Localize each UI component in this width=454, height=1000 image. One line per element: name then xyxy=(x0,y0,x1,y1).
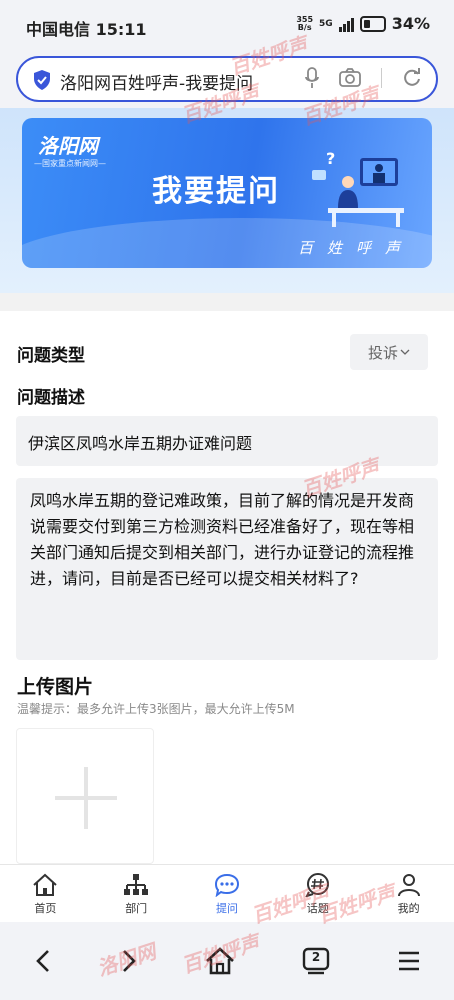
menu-icon[interactable] xyxy=(397,950,421,972)
bottom-tab-bar: 首页 部门 提问 话题 我的 xyxy=(0,864,454,922)
hashtag-bubble-icon xyxy=(305,873,329,897)
tab-me-label: 我的 xyxy=(397,902,420,915)
hero-banner: 洛阳网 —国家重点新闻网— 我要提问 ? 百姓呼声 xyxy=(22,118,432,268)
user-icon xyxy=(397,874,420,897)
question-description-textarea[interactable]: 凤鸣水岸五期的登记难政策，目前了解的情况是开发商说需要交付到第三方检测资料已经准… xyxy=(16,478,438,660)
svg-text:?: ? xyxy=(326,149,335,168)
refresh-icon[interactable] xyxy=(402,68,422,88)
tabs-switcher-button[interactable]: 2 xyxy=(301,947,331,975)
shield-check-icon xyxy=(34,70,50,90)
clock: 15:11 xyxy=(95,20,147,39)
divider xyxy=(381,68,382,88)
question-description-label: 问题描述 xyxy=(17,388,85,408)
home-icon[interactable] xyxy=(205,947,235,975)
question-type-label: 问题类型 xyxy=(17,346,85,366)
tab-count: 2 xyxy=(311,950,321,964)
site-logo: 洛阳网 xyxy=(38,134,98,158)
signal-icon xyxy=(338,16,354,32)
net-speed-unit: B/s xyxy=(297,22,312,32)
battery-percent: 34% xyxy=(391,14,430,33)
browser-navigation-bar: 2 xyxy=(0,922,454,1000)
plus-icon-vertical xyxy=(84,767,88,829)
battery-icon xyxy=(359,15,386,32)
upload-image-button[interactable] xyxy=(16,728,154,864)
tab-ask[interactable]: 提问 xyxy=(182,865,273,922)
microphone-icon[interactable] xyxy=(305,67,319,89)
home-icon xyxy=(33,873,58,896)
help-desk-illustration: ? xyxy=(312,149,404,227)
net-speed: 355 B/s xyxy=(296,15,313,32)
page-title: 洛阳网百姓呼声-我要提问 xyxy=(60,74,254,94)
camera-icon[interactable] xyxy=(339,68,361,88)
tab-home[interactable]: 首页 xyxy=(0,865,91,922)
forward-icon[interactable] xyxy=(119,948,139,974)
tab-me[interactable]: 我的 xyxy=(363,865,454,922)
address-bar[interactable]: 洛阳网百姓呼声-我要提问 xyxy=(16,56,438,102)
section-divider xyxy=(0,293,454,311)
network-type: 5G xyxy=(319,18,333,29)
question-type-value: 投诉 xyxy=(367,343,398,362)
status-bar: 中国电信 15:11 355 B/s 5G 34% xyxy=(0,0,454,52)
carrier-name: 中国电信 xyxy=(26,20,91,39)
question-type-select[interactable]: 投诉 xyxy=(350,334,428,370)
tab-topics[interactable]: 话题 xyxy=(272,865,363,922)
question-title-input[interactable]: 伊滨区凤鸣水岸五期办证难问题 xyxy=(16,416,438,466)
carrier-time: 中国电信 15:11 xyxy=(26,16,147,40)
tab-home-label: 首页 xyxy=(34,902,57,915)
tab-topics-label: 话题 xyxy=(306,902,329,915)
site-logo-subtitle: —国家重点新闻网— xyxy=(34,159,106,168)
chat-bubble-icon xyxy=(214,873,239,897)
banner-title: 我要提问 xyxy=(152,174,280,209)
chevron-down-icon xyxy=(400,349,410,355)
tab-departments[interactable]: 部门 xyxy=(91,865,182,922)
upload-images-label: 上传图片 xyxy=(17,676,94,698)
tab-departments-label: 部门 xyxy=(125,902,148,915)
browser-toolbar: 洛阳网百姓呼声-我要提问 xyxy=(0,52,454,108)
org-chart-icon xyxy=(124,874,149,895)
upload-hint: 温馨提示：最多允许上传3张图片，最大允许上传5M xyxy=(17,702,295,716)
back-icon[interactable] xyxy=(33,948,53,974)
banner-tagline: 百姓呼声 xyxy=(297,239,414,257)
tab-ask-label: 提问 xyxy=(215,902,238,915)
